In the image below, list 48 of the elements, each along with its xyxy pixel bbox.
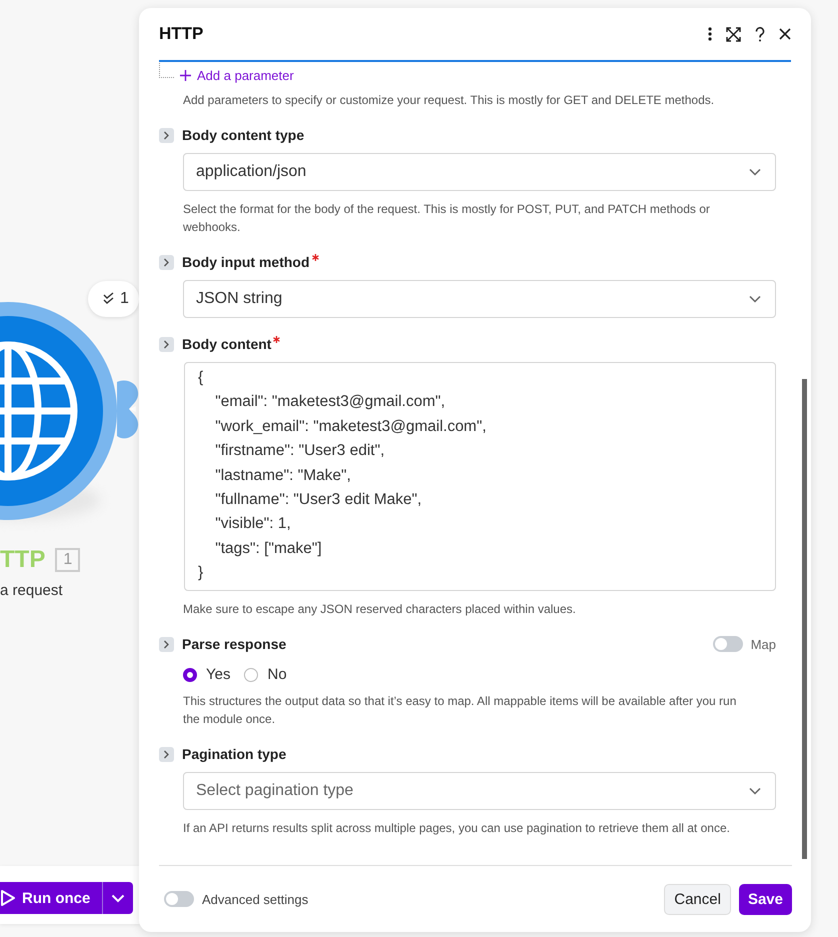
field-hint: This structures the output data so that it’s easy to map. All mappable items will be available after you run the module once.	[183, 693, 738, 728]
dialog-title: HTTP	[159, 24, 204, 44]
chevron-right-icon[interactable]	[159, 254, 174, 270]
save-button[interactable]: Save	[738, 884, 792, 914]
advanced-settings-toggle[interactable]	[164, 891, 194, 907]
cancel-button[interactable]: Cancel	[664, 884, 731, 914]
map-label: Map	[750, 636, 776, 652]
radio-option[interactable]: No	[244, 666, 287, 683]
required-icon	[273, 336, 280, 343]
play-icon	[0, 889, 16, 907]
chevron-down-icon	[111, 894, 126, 902]
field-label: Body input method	[182, 254, 776, 270]
field-label: Pagination type	[182, 746, 288, 762]
add-parameter-link[interactable]: Add a parameter	[180, 68, 294, 83]
double-check-icon	[102, 292, 116, 306]
module-title: TTP	[0, 546, 46, 574]
chevron-down-icon	[749, 787, 761, 795]
chevron-right-icon[interactable]	[159, 746, 174, 762]
field-hint: Make sure to escape any JSON reserved characters placed within values.	[183, 601, 577, 618]
field-label: Body content	[182, 336, 776, 352]
plus-icon	[180, 70, 191, 81]
advanced-settings-label: Advanced settings	[202, 892, 308, 906]
map-toggle[interactable]	[712, 636, 743, 652]
operations-badge[interactable]: 1	[88, 281, 139, 317]
chevron-right-icon[interactable]	[159, 128, 174, 142]
operations-count: 1	[120, 290, 129, 308]
expand-icon[interactable]	[726, 26, 741, 42]
select-field[interactable]: JSON string	[183, 280, 776, 318]
chevron-right-icon[interactable]	[159, 636, 174, 652]
required-icon	[312, 254, 319, 261]
module-subtitle: a request	[0, 582, 63, 599]
module-id-badge: 1	[55, 548, 80, 572]
field-hint: Add parameters to specify or customize your request. This is mostly for GET and DELETE methods.	[183, 92, 716, 109]
chevron-down-icon	[749, 295, 761, 303]
field-label: Body content type	[182, 127, 306, 143]
help-icon[interactable]	[755, 26, 765, 42]
close-icon[interactable]	[779, 28, 791, 40]
chevron-right-icon[interactable]	[159, 336, 174, 352]
field-hint: Select the format for the body of the request. This is mostly for POST, PUT, and PATCH methods or webhooks.	[183, 201, 711, 236]
select-field[interactable]: Select pagination type	[183, 772, 776, 810]
body-content-field[interactable]: { "email": "maketest3@gmail.com", "work_email": "maketest3@gmail.com", "firstname": "User3 edit", "lastname": "Make", "fullname": "User3 edit Make", "visible": 1, "tags": ["make"] }	[184, 362, 776, 591]
radio-option[interactable]: Yes	[183, 666, 230, 683]
select-field[interactable]: application/json	[183, 153, 776, 191]
scrollbar-thumb[interactable]	[802, 379, 807, 859]
more-icon[interactable]	[708, 27, 712, 41]
field-label: Parse response	[182, 636, 288, 652]
chevron-down-icon	[749, 168, 761, 176]
field-hint: If an API returns results split across multiple pages, you can use pagination to retrieve them all at once.	[183, 820, 731, 837]
